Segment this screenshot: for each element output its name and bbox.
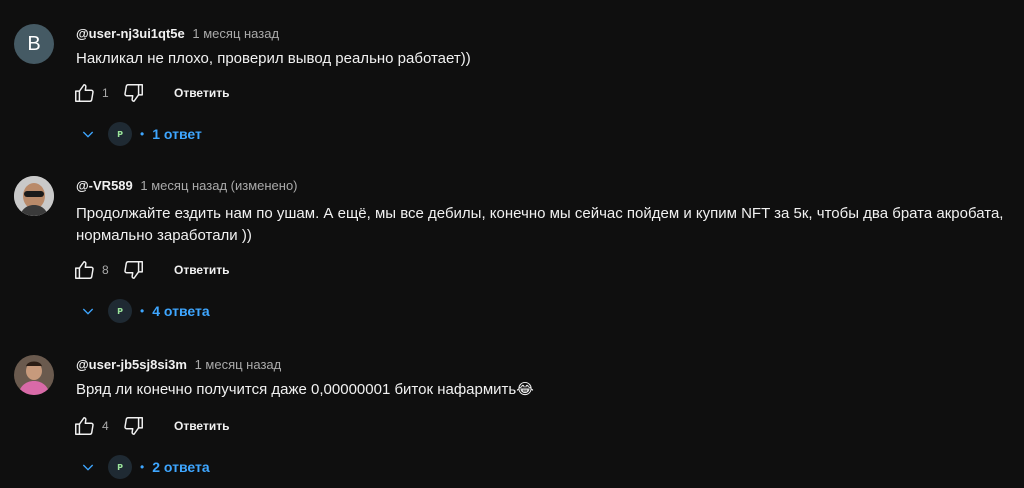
reply-count: 2 ответа [152,459,210,475]
comment-header: @-VR589 1 месяц назад (изменено) [76,178,298,193]
thumbs-down-icon [124,84,143,102]
author-name[interactable]: @-VR589 [76,178,133,193]
view-replies-button[interactable]: P • 2 ответа [78,455,210,479]
comment-header: @user-jb5sj8si3m 1 месяц назад [76,357,281,372]
comment-text: Накликал не плохо, проверил вывод реальн… [76,50,471,67]
creator-avatar: P [108,122,132,146]
comment-actions: 8 Ответить [72,258,229,282]
comment-text: Продолжайте ездить нам по ушам. А ещё, м… [76,205,1004,244]
like-button[interactable] [72,258,96,282]
like-count: 1 [102,86,109,100]
thumbs-up-icon [75,417,94,435]
author-name[interactable]: @user-jb5sj8si3m [76,357,187,372]
user-photo-icon [14,355,54,395]
chevron-down-icon [78,301,98,321]
dot-separator: • [140,460,145,474]
like-count: 8 [102,263,109,277]
thumbs-down-icon [124,417,143,435]
dot-separator: • [140,304,145,318]
author-name[interactable]: @user-nj3ui1qt5e [76,26,185,41]
like-count: 4 [102,419,109,433]
comment-actions: 4 Ответить [72,414,229,438]
thumbs-up-icon [75,261,94,279]
view-replies-button[interactable]: P • 1 ответ [78,122,202,146]
comment-time[interactable]: 1 месяц назад [192,26,279,41]
like-button[interactable] [72,414,96,438]
user-photo-icon [14,176,54,216]
reply-count: 4 ответа [152,303,210,319]
avatar[interactable] [14,176,54,216]
dislike-button[interactable] [122,81,146,105]
dot-separator: • [140,127,145,141]
creator-avatar: P [108,455,132,479]
view-replies-button[interactable]: P • 4 ответа [78,299,210,323]
creator-avatar: P [108,299,132,323]
dislike-button[interactable] [122,258,146,282]
dislike-button[interactable] [122,414,146,438]
reply-count: 1 ответ [152,126,202,142]
comment-time[interactable]: 1 месяц назад [195,357,282,372]
chevron-down-icon [78,124,98,144]
comment-text: Вряд ли конечно получится даже 0,0000000… [76,381,534,398]
avatar[interactable]: B [14,24,54,64]
thumbs-up-icon [75,84,94,102]
reply-button[interactable]: Ответить [174,419,229,433]
like-button[interactable] [72,81,96,105]
thumbs-down-icon [124,261,143,279]
reply-button[interactable]: Ответить [174,263,229,277]
comment-time[interactable]: 1 месяц назад (изменено) [140,178,297,193]
comment-actions: 1 Ответить [72,81,229,105]
reply-button[interactable]: Ответить [174,86,229,100]
avatar[interactable] [14,355,54,395]
comment-header: @user-nj3ui1qt5e 1 месяц назад [76,26,279,41]
chevron-down-icon [78,457,98,477]
